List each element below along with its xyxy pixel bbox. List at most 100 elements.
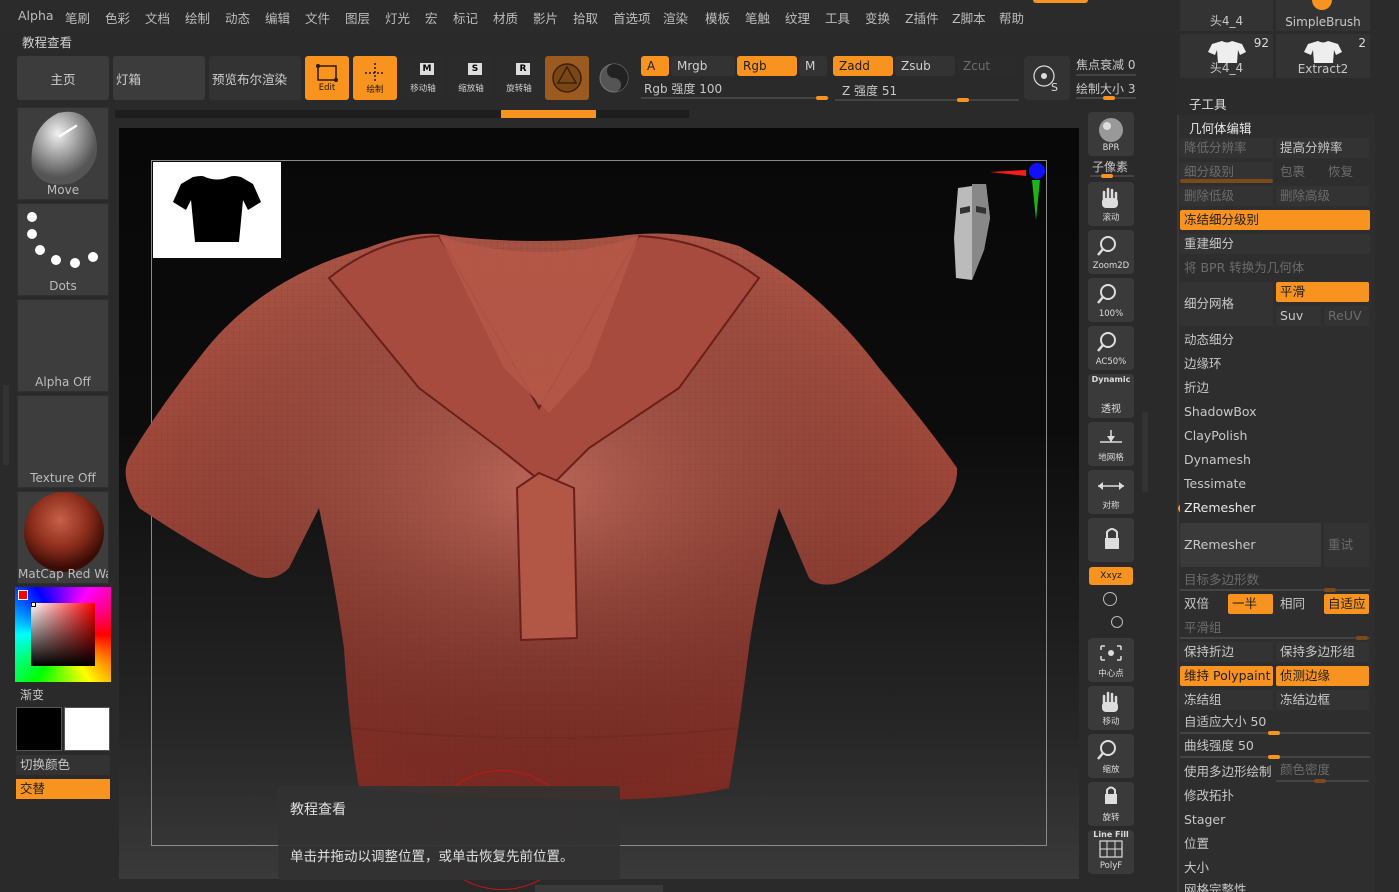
mrgb-button[interactable]: Mrgb bbox=[671, 56, 735, 76]
menu-item-19[interactable]: 纹理 bbox=[785, 8, 810, 27]
same-button[interactable]: 相同 bbox=[1276, 594, 1321, 614]
bpr-to-geo-button[interactable]: 将 BPR 转换为几何体 bbox=[1180, 258, 1370, 278]
polyframe-button[interactable]: Line Fill PolyF bbox=[1088, 830, 1134, 874]
color-picker[interactable] bbox=[15, 587, 111, 682]
perspective-button[interactable]: Dynamic 透视 bbox=[1088, 374, 1134, 418]
zoom-view-button[interactable]: 缩放 bbox=[1088, 734, 1134, 778]
zsub-button[interactable]: Zsub bbox=[895, 56, 955, 76]
position-header[interactable]: 位置 bbox=[1180, 834, 1370, 854]
menu-item-20[interactable]: 工具 bbox=[825, 8, 850, 27]
floor-grid-button[interactable]: 地网格 bbox=[1088, 422, 1134, 466]
menu-item-8[interactable]: 图层 bbox=[345, 8, 370, 27]
menu-item-6[interactable]: 编辑 bbox=[265, 8, 290, 27]
main-color-swatch[interactable] bbox=[18, 590, 28, 600]
menu-item-15[interactable]: 首选项 bbox=[613, 8, 651, 27]
menu-item-11[interactable]: 标记 bbox=[453, 8, 478, 27]
tool-thumb-4[interactable]: 2 Extract2 bbox=[1276, 34, 1370, 78]
tessimate-header[interactable]: Tessimate bbox=[1180, 474, 1370, 494]
preview-bpr-button[interactable]: 预览布尔渲染 bbox=[209, 56, 301, 100]
delete-lower-button[interactable]: 删除低级 bbox=[1180, 186, 1273, 206]
smooth-groups-knob[interactable] bbox=[1356, 636, 1368, 640]
alpha-tile[interactable]: Alpha Off bbox=[17, 299, 109, 392]
rgb-intensity-knob[interactable] bbox=[816, 96, 828, 100]
z-intensity-knob[interactable] bbox=[957, 98, 969, 102]
right-tray-handle[interactable] bbox=[1142, 412, 1148, 492]
delete-higher-button[interactable]: 删除高级 bbox=[1276, 186, 1369, 206]
edit-button[interactable]: Edit bbox=[305, 56, 349, 100]
freeze-border-button[interactable]: 冻结边框 bbox=[1276, 690, 1369, 710]
adaptive-button[interactable]: 自适应 bbox=[1324, 594, 1369, 614]
sdiv-slider-track[interactable] bbox=[1180, 179, 1273, 183]
dynamic-subdiv-header[interactable]: 动态细分 bbox=[1180, 330, 1370, 350]
local-transform-button[interactable] bbox=[1088, 518, 1134, 562]
restore-button[interactable]: 恢复 bbox=[1324, 162, 1369, 182]
axis-gizmo-icon[interactable] bbox=[988, 158, 1048, 222]
crease-header[interactable]: 折边 bbox=[1180, 378, 1370, 398]
menu-item-24[interactable]: 帮助 bbox=[999, 8, 1024, 27]
move-view-button[interactable]: 移动 bbox=[1088, 686, 1134, 730]
detect-edges-button[interactable]: 侦测边缘 bbox=[1276, 666, 1369, 686]
menu-item-14[interactable]: 拾取 bbox=[573, 8, 598, 27]
cage-button[interactable]: 包裹 bbox=[1276, 162, 1321, 182]
scale-axis-button[interactable]: S 缩放轴 bbox=[449, 56, 493, 100]
rgb-button[interactable]: Rgb bbox=[737, 56, 797, 76]
timeline-bar[interactable] bbox=[115, 110, 689, 118]
geometry-header[interactable]: 几何体编辑 bbox=[1189, 118, 1252, 137]
modify-topology-header[interactable]: 修改拓扑 bbox=[1180, 786, 1370, 806]
material-tile[interactable]: MatCap Red Wax bbox=[17, 491, 109, 584]
subtool-header[interactable]: 子工具 bbox=[1189, 94, 1227, 113]
color-sv-square[interactable] bbox=[31, 603, 95, 666]
menu-item-0[interactable]: Alpha bbox=[18, 8, 54, 23]
subpixel-knob[interactable] bbox=[1101, 174, 1113, 178]
menu-item-18[interactable]: 笔触 bbox=[745, 8, 770, 27]
material-button[interactable] bbox=[545, 56, 589, 100]
keep-groups-button[interactable]: 保持多边形组 bbox=[1276, 642, 1369, 662]
scroll-button[interactable]: 滚动 bbox=[1088, 182, 1134, 226]
z-intensity-slider[interactable] bbox=[835, 99, 1019, 101]
claypolish-header[interactable]: ClayPolish bbox=[1180, 426, 1370, 446]
home-button[interactable]: 主页 bbox=[17, 56, 109, 100]
higher-res-button[interactable]: 提高分辨率 bbox=[1276, 138, 1369, 158]
texture-tile[interactable]: Texture Off bbox=[17, 395, 109, 488]
bpr-button[interactable]: BPR bbox=[1088, 112, 1134, 156]
alternate-button[interactable]: 交替 bbox=[16, 779, 110, 799]
double-button[interactable]: 双倍 bbox=[1180, 594, 1225, 614]
draw-button[interactable]: 绘制 bbox=[353, 56, 397, 100]
sculptris-pro-button[interactable]: S bbox=[1024, 56, 1070, 100]
zcut-button[interactable]: Zcut bbox=[957, 56, 1017, 76]
timeline-marker[interactable] bbox=[501, 110, 596, 118]
stroke-tile[interactable]: Dots bbox=[17, 203, 109, 296]
rgb-intensity-slider[interactable] bbox=[641, 97, 829, 99]
keep-polypaint-button[interactable]: 维持 Polypaint bbox=[1180, 666, 1273, 686]
lightbox-button[interactable]: 灯箱 bbox=[113, 56, 205, 100]
draw-size-knob[interactable] bbox=[1103, 96, 1115, 100]
mesh-integrity-header[interactable]: 网格完整性 bbox=[1180, 882, 1370, 892]
menu-item-9[interactable]: 灯光 bbox=[385, 8, 410, 27]
menu-item-3[interactable]: 文档 bbox=[145, 8, 170, 27]
menu-item-13[interactable]: 影片 bbox=[533, 8, 558, 27]
left-tray-handle[interactable] bbox=[3, 385, 9, 465]
zremesher-header[interactable]: ZRemesher bbox=[1180, 498, 1370, 518]
zoom2d-button[interactable]: Zoom2D bbox=[1088, 230, 1134, 274]
m-button[interactable]: M bbox=[799, 56, 827, 76]
menu-item-17[interactable]: 模板 bbox=[705, 8, 730, 27]
target-poly-slider[interactable] bbox=[1180, 589, 1370, 591]
tool-thumb-1[interactable]: 头4_4 bbox=[1180, 0, 1273, 31]
zadd-button[interactable]: Zadd bbox=[833, 56, 893, 76]
menu-item-16[interactable]: 渲染 bbox=[663, 8, 688, 27]
half-button[interactable]: 一半 bbox=[1228, 594, 1273, 614]
menu-item-4[interactable]: 绘制 bbox=[185, 8, 210, 27]
retry-button[interactable]: 重试 bbox=[1324, 523, 1369, 567]
rotate-axis-button[interactable]: R 旋转轴 bbox=[497, 56, 541, 100]
use-polypaint-button[interactable]: 使用多边形绘制 bbox=[1180, 762, 1273, 782]
rotate-z-icon[interactable] bbox=[1111, 616, 1123, 628]
divide-button[interactable]: 细分网格 bbox=[1180, 282, 1273, 326]
center-point-button[interactable]: 中心点 bbox=[1088, 638, 1134, 682]
color-density-knob[interactable] bbox=[1314, 779, 1326, 783]
target-poly-knob[interactable] bbox=[1324, 588, 1336, 592]
a-button[interactable]: A bbox=[641, 56, 669, 76]
shadowbox-header[interactable]: ShadowBox bbox=[1180, 402, 1370, 422]
switch-color-button[interactable]: 切换颜色 bbox=[16, 755, 110, 775]
curve-strength-knob[interactable] bbox=[1268, 755, 1280, 759]
menu-item-21[interactable]: 变换 bbox=[865, 8, 890, 27]
